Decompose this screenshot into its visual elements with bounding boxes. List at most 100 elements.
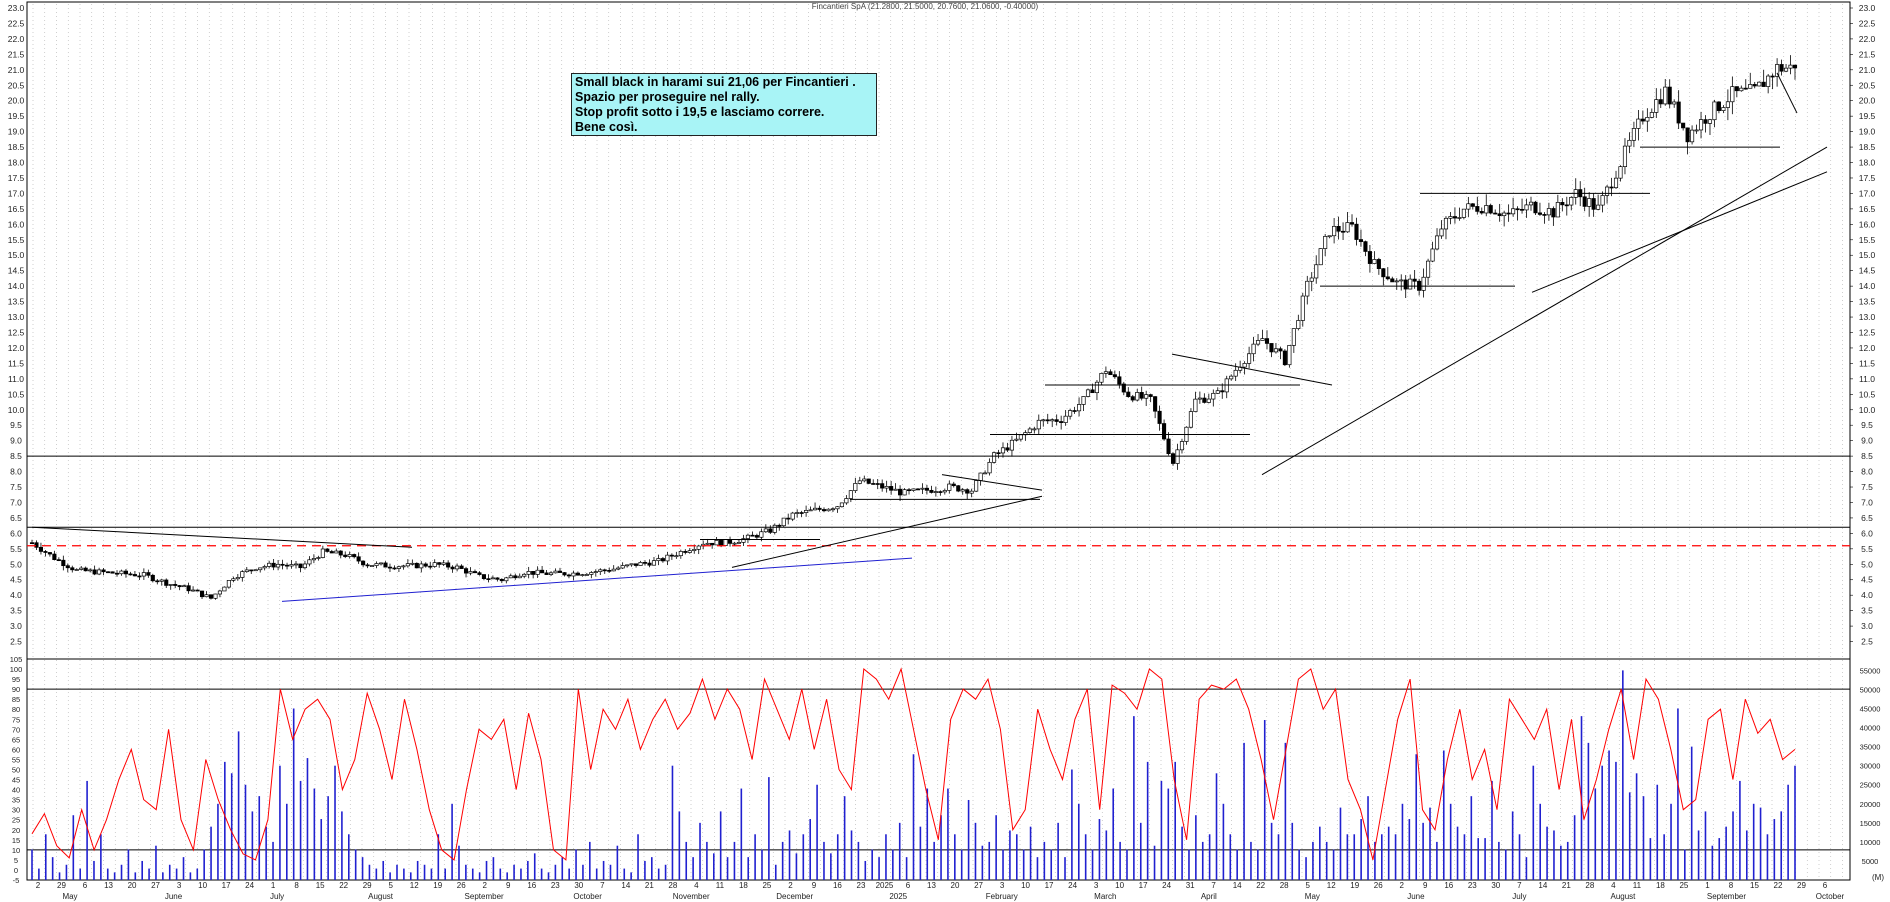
- candle-body: [1045, 419, 1050, 422]
- candle-body: [808, 509, 813, 512]
- candle-body: [821, 509, 827, 512]
- price-tick-label-right: 10.0: [1859, 405, 1876, 415]
- price-tick-label-right: 15.5: [1859, 235, 1876, 245]
- x-day-label: 11: [716, 881, 725, 890]
- volume-tick-label: 40000: [1860, 724, 1881, 733]
- candle-body: [1698, 119, 1704, 131]
- x-day-label: 27: [151, 881, 160, 890]
- candle-body: [352, 554, 357, 558]
- candle-body: [1341, 230, 1346, 233]
- annotation-line-3: Stop profit sotto i 19,5 e lasciamo corr…: [575, 105, 825, 119]
- annotation-box: Small black in harami sui 21,06 per Finc…: [571, 73, 877, 136]
- candle-body: [1009, 439, 1014, 451]
- candle-body: [589, 572, 594, 575]
- candle-body: [1528, 201, 1534, 206]
- candle-body: [687, 550, 692, 553]
- candle-body: [455, 565, 460, 570]
- candle-body: [459, 565, 464, 569]
- price-tick-label-right: 4.5: [1861, 575, 1873, 585]
- x-day-label: 29: [1797, 881, 1806, 890]
- price-tick-label-left: 6.0: [10, 528, 22, 538]
- x-day-label: 17: [222, 881, 231, 890]
- osc-tick-label: 40: [12, 786, 20, 795]
- price-tick-label-left: 15.5: [8, 235, 25, 245]
- x-day-label: 17: [1139, 881, 1148, 890]
- price-tick-label-left: 5.5: [10, 544, 22, 554]
- x-day-label: 2: [483, 881, 488, 890]
- candle-body: [47, 552, 52, 555]
- candle-body: [996, 452, 1001, 455]
- candle-body: [1761, 81, 1766, 87]
- candle-body: [1332, 225, 1337, 237]
- x-day-label: 4: [1611, 881, 1616, 890]
- candle-body: [714, 540, 719, 546]
- candle-body: [1564, 204, 1569, 207]
- candle-body: [1627, 139, 1632, 147]
- candle-body: [1323, 236, 1328, 249]
- price-tick-label-left: 9.5: [10, 420, 22, 430]
- candle-body: [642, 562, 648, 564]
- candle-body: [750, 534, 755, 537]
- candle-body: [942, 490, 947, 493]
- x-day-label: 25: [1679, 881, 1688, 890]
- x-day-label: 5: [1305, 881, 1310, 890]
- candle-body: [1269, 343, 1274, 353]
- candle-body: [880, 483, 885, 489]
- candle-body: [580, 574, 585, 576]
- candle-body: [1596, 204, 1601, 210]
- candle-body: [1488, 205, 1493, 214]
- candle-body: [258, 567, 263, 571]
- candle-body: [1703, 119, 1708, 124]
- candle-body: [969, 490, 974, 494]
- candle-body: [226, 580, 231, 588]
- price-candles: [29, 55, 1798, 600]
- price-tick-label-right: 10.5: [1859, 389, 1876, 399]
- trendline: [731, 495, 1043, 568]
- volume-tick-label: 50000: [1860, 685, 1881, 694]
- candle-body: [119, 570, 124, 575]
- x-day-label: 18: [739, 881, 748, 890]
- price-tick-label-right: 11.0: [1859, 374, 1875, 384]
- candle-body: [660, 558, 665, 562]
- price-tick-label-left: 12.5: [8, 328, 25, 338]
- candle-body: [1327, 235, 1332, 238]
- candle-body: [531, 571, 536, 575]
- candle-body: [665, 554, 670, 562]
- candle-body: [1663, 86, 1668, 105]
- candle-body: [1072, 410, 1077, 412]
- osc-tick-label: 45: [12, 776, 20, 785]
- candle-body: [432, 562, 437, 567]
- candle-body: [101, 569, 106, 573]
- candle-body: [1493, 212, 1498, 215]
- osc-tick-label: 105: [10, 655, 23, 664]
- candle-body: [1085, 389, 1091, 397]
- x-month-label: 2025: [889, 892, 907, 901]
- candle-body: [656, 558, 661, 562]
- x-month-label: May: [1305, 892, 1320, 901]
- candle-body: [1166, 438, 1171, 455]
- candle-body: [1318, 248, 1323, 266]
- candle-body: [1381, 268, 1386, 278]
- x-month-label: October: [573, 892, 602, 901]
- candle-body: [1309, 277, 1314, 282]
- price-tick-label-right: 5.0: [1861, 559, 1873, 569]
- candle-body: [804, 510, 809, 513]
- candle-body: [1399, 279, 1404, 282]
- candle-body: [343, 554, 348, 557]
- price-tick-label-right: 20.0: [1859, 96, 1876, 106]
- candle-body: [786, 517, 791, 520]
- price-tick-label-left: 4.5: [10, 575, 22, 585]
- candle-body: [1725, 101, 1730, 108]
- candle-body: [540, 569, 545, 574]
- candle-body: [915, 488, 921, 491]
- oscillator-panel: -505101520253035404550 556065707580859095…: [10, 655, 1881, 885]
- candle-body: [1631, 128, 1636, 141]
- candle-body: [1461, 208, 1466, 218]
- candle-body: [463, 568, 469, 574]
- candle-body: [191, 589, 196, 592]
- x-day-label: 15: [316, 881, 325, 890]
- volume-tick-label: 30000: [1860, 762, 1881, 771]
- candle-body: [1385, 276, 1390, 280]
- candle-body: [311, 558, 316, 561]
- candle-body: [1497, 213, 1502, 217]
